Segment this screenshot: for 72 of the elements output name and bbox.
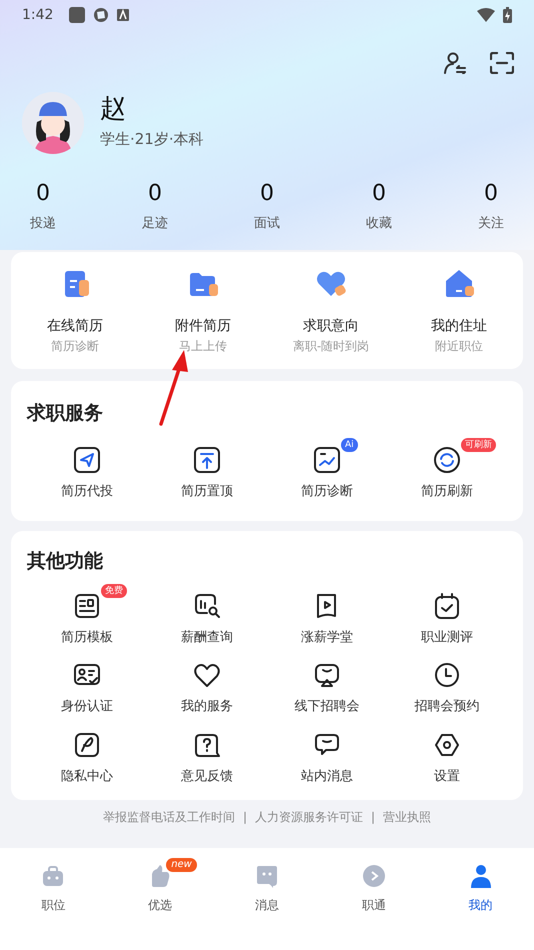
section-title: 求职服务 (27, 401, 104, 426)
function-label[interactable]: 身份认证 (61, 697, 113, 716)
user-name: 赵 (100, 95, 127, 124)
section-title: 其他功能 (27, 549, 104, 574)
service-icon[interactable] (193, 446, 221, 474)
separator: | (242, 809, 247, 826)
stat-label[interactable]: 投递 (30, 214, 56, 234)
tab-item[interactable]: 职通 (362, 864, 386, 914)
function-icon[interactable] (73, 730, 101, 758)
stat-count[interactable]: 0 (372, 182, 386, 206)
keyboard-icon (117, 9, 130, 21)
battery-icon (503, 7, 512, 23)
function-icon[interactable] (193, 592, 221, 620)
shortcut-subtitle: 离职-随时到岗 (292, 338, 370, 355)
function-icon[interactable] (433, 592, 461, 620)
shortcut-title[interactable]: 附件简历 (175, 316, 231, 337)
tab-icon (41, 864, 66, 888)
function-label[interactable]: 简历模板 (61, 628, 113, 647)
service-icon[interactable] (433, 446, 461, 474)
function-label[interactable]: 站内消息 (301, 766, 353, 786)
function-icon[interactable] (433, 661, 461, 689)
function-label[interactable]: 我的服务 (181, 697, 233, 716)
function-label[interactable]: 线下招聘会 (294, 697, 360, 716)
function-label[interactable]: 涨薪学堂 (301, 628, 353, 647)
shortcut-title[interactable]: 求职意向 (303, 316, 359, 337)
new-badge: new (166, 858, 197, 872)
resume-shortcut-icon[interactable] (443, 268, 475, 300)
function-icon[interactable] (313, 661, 341, 689)
tab-item[interactable]: 消息 (254, 864, 279, 914)
service-label[interactable]: 简历置顶 (181, 482, 233, 501)
corner-badge: 可刷新 (461, 438, 496, 452)
function-icon[interactable] (73, 592, 101, 620)
tab-icon (254, 864, 279, 888)
status-time: 1:42 (22, 6, 54, 24)
stat-count[interactable]: 0 (148, 182, 162, 206)
shortcut-subtitle: 简历诊断 (51, 338, 99, 355)
service-label[interactable]: 简历代投 (61, 482, 113, 501)
shortcut-title[interactable]: 我的住址 (431, 316, 487, 337)
stat-count[interactable]: 0 (260, 182, 274, 206)
tab-icon (362, 864, 386, 888)
function-label[interactable]: 隐私中心 (61, 766, 113, 786)
shortcut-title[interactable]: 在线简历 (47, 316, 103, 337)
function-label[interactable]: 意见反馈 (181, 766, 233, 786)
function-label[interactable]: 招聘会预约 (414, 697, 480, 716)
app-icon (93, 7, 110, 23)
service-label[interactable]: 简历刷新 (421, 482, 473, 501)
function-icon[interactable] (193, 661, 221, 689)
stat-label[interactable]: 面试 (254, 214, 280, 234)
stat-label[interactable]: 关注 (478, 214, 504, 234)
service-icon[interactable] (73, 446, 101, 474)
corner-badge: 免费 (101, 584, 127, 598)
service-icon[interactable] (313, 446, 341, 474)
scan-icon[interactable] (490, 52, 514, 74)
user-details: 学生·21岁·本科 (100, 129, 204, 150)
function-label[interactable]: 职业测评 (421, 628, 473, 647)
stat-label[interactable]: 足迹 (142, 214, 168, 234)
shortcut-subtitle: 附近职位 (435, 338, 483, 355)
separator: | (371, 809, 376, 826)
function-label[interactable]: 薪酬查询 (181, 628, 233, 647)
service-label[interactable]: 简历诊断 (301, 482, 353, 501)
shortcut-subtitle: 马上上传 (179, 338, 227, 355)
tab-icon (468, 864, 493, 888)
stat-label[interactable]: 收藏 (366, 214, 392, 234)
stat-count[interactable]: 0 (484, 182, 498, 206)
wifi-icon (477, 8, 495, 22)
tab-item[interactable]: 我的 (468, 864, 493, 914)
app-icon (69, 7, 86, 23)
function-label[interactable]: 设置 (434, 766, 460, 786)
stat-count[interactable]: 0 (36, 182, 50, 206)
tab-item[interactable]: 职位 (41, 864, 66, 914)
corner-badge: Ai (341, 438, 358, 452)
switch-account-icon[interactable] (444, 52, 466, 74)
